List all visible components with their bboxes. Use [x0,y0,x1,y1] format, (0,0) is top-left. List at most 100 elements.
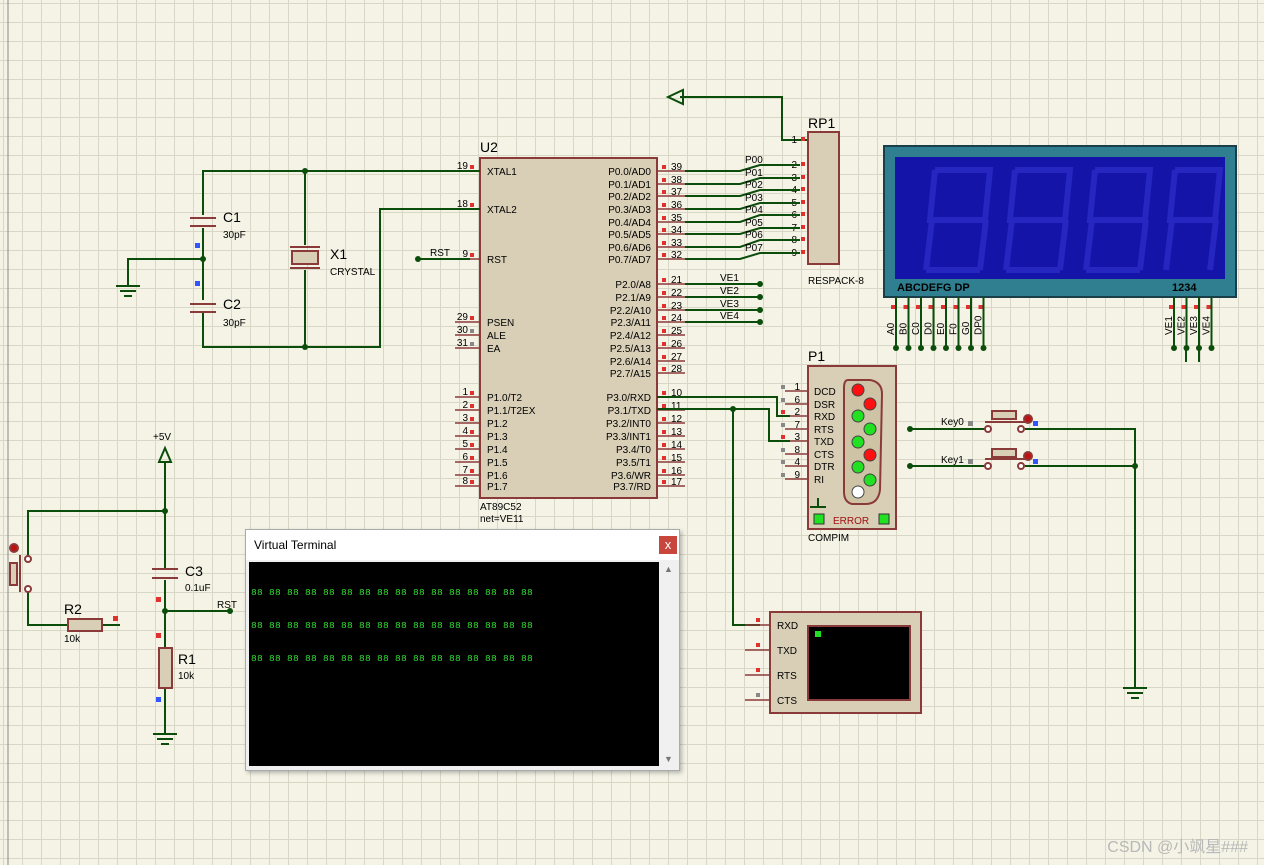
pin-state-marker [756,618,760,622]
pin-state-marker [941,305,945,309]
scroll-up-icon[interactable]: ▲ [664,564,673,574]
u2-pin-number: 31 [457,338,469,349]
vertical-scrollbar[interactable]: ▲ ▼ [661,562,677,766]
vterm-pin-name: TXD [777,646,797,657]
p0-net-label: P05 [745,218,763,229]
terminal-output[interactable]: 88 88 88 88 88 88 88 88 88 88 88 88 88 8… [249,562,659,766]
p0-wire [685,189,800,197]
r2-value: 10k [64,634,81,645]
c2-value: 30pF [223,318,246,329]
u2-pin-number: 25 [671,326,683,337]
pin-state-marker [801,187,805,191]
virtual-terminal-title: Virtual Terminal [254,538,337,552]
pin-state-marker [781,460,785,464]
c3-ref: C3 [185,563,203,579]
pin-state-marker [662,329,666,333]
pin-state-marker [662,404,666,408]
u2-pin-name: P2.6/A14 [610,357,652,368]
u2-pin-number: 22 [671,288,683,299]
wire-junction [980,345,987,351]
compim-pin-name: DSR [814,400,835,411]
u2-pin-name: P3.2/INT0 [606,419,651,430]
u2-pin-name: P0.6/AD6 [608,243,651,254]
c1-capacitor[interactable] [190,217,216,227]
rp1-respack[interactable] [807,131,840,265]
pin-state-marker [801,162,805,166]
r2-resistor[interactable] [67,618,103,632]
u2-pin-number: 15 [671,453,683,464]
x1-crystal[interactable] [290,246,320,269]
key0-button[interactable] [984,410,1033,433]
wire-junction [943,345,949,351]
pin-state-marker [662,430,666,434]
wire-junction [757,319,763,325]
pin-state-marker [662,190,666,194]
p2-net-label: VE3 [720,299,739,310]
u2-pin-number: 5 [462,439,468,450]
wire-junction [955,345,962,351]
ground-symbol-right [1123,687,1147,699]
seg-pin-label: F0 [949,323,960,335]
p0-net-label: P01 [745,168,763,179]
c2-capacitor[interactable] [190,303,216,313]
key1-button[interactable] [984,448,1033,470]
pin-state-marker [903,305,908,309]
wire-junction [757,294,763,300]
c1-value: 30pF [223,230,246,241]
pin-state-marker [470,316,474,320]
u2-pin-number: 3 [462,413,468,424]
p2-net-label: VE2 [720,286,739,297]
pin-state-marker [470,480,474,484]
virtual-terminal-window[interactable]: Virtual Terminal x 88 88 88 88 88 88 88 … [245,529,680,771]
pin-state-marker [470,165,474,169]
u2-pin-name: P1.4 [487,445,508,456]
u2-pin-name: P0.1/AD1 [608,180,651,191]
u2-pin-name: P0.0/AD0 [608,167,651,178]
pin-state-marker [756,643,760,647]
vterm-pin-name: CTS [777,696,797,707]
pin-state-marker [470,404,474,408]
terminal-line: 88 88 88 88 88 88 88 88 88 88 88 88 88 8… [251,587,534,598]
p0-net-label: P02 [745,180,763,191]
pin-state-marker [662,291,666,295]
virtual-terminal-titlebar[interactable]: Virtual Terminal x [246,530,679,560]
key1-label: Key1 [941,455,964,466]
wire-junction [757,307,763,313]
pin-state-marker [801,137,805,141]
c3-value: 0.1uF [185,583,211,594]
pin-state-marker [470,391,474,395]
u2-pin-name: XTAL2 [487,205,517,216]
rp1-ref: RP1 [808,115,835,131]
compim-pin-number: 3 [794,432,800,443]
u2-pin-number: 17 [671,477,683,488]
r1-resistor[interactable] [158,647,173,689]
u2-pin-number: 24 [671,313,683,324]
u2-chip[interactable]: 19XTAL118XTAL29RST29PSEN30ALE31EA1P1.0/T… [455,157,685,499]
seg-pin-label: E0 [936,322,947,335]
x1-ref: X1 [330,246,347,262]
pin-state-marker [662,253,666,257]
c3-capacitor[interactable] [152,568,178,579]
pin-state-marker [662,367,666,371]
u2-pin-number: 6 [462,452,468,463]
compim-pin-name: RTS [814,425,834,436]
scroll-down-icon[interactable]: ▼ [664,754,673,764]
close-button[interactable]: x [659,536,677,554]
pin-state-marker [756,693,760,697]
u2-pin-name: P1.7 [487,482,508,493]
pin-state-marker [801,225,805,229]
p0-wire [685,202,800,210]
ground-symbol [116,285,140,297]
u2-pin-number: 11 [671,401,682,412]
u2-pin-name: P3.1/TXD [608,406,651,417]
pin-state-marker [662,417,666,421]
wire-junction [905,345,912,351]
pin-state-marker [928,305,933,309]
seg-pin-label: D0 [924,322,935,335]
u2-pin-name: RST [487,255,507,266]
seven-segment-display[interactable] [883,145,1237,298]
pin-state-marker [470,430,474,434]
rst-net-label: RST [430,248,450,259]
pin-state-marker [662,165,666,169]
p0-net-label: P03 [745,193,763,204]
